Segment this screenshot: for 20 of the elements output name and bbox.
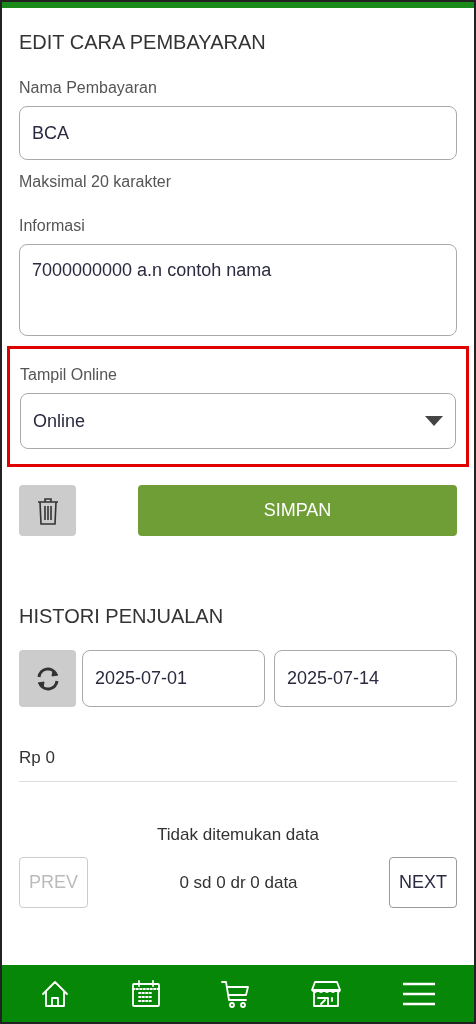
section-title: EDIT CARA PEMBAYARAN (19, 30, 267, 54)
select-field[interactable]: Online (20, 393, 456, 449)
date-field[interactable]: 2025-07-01 (82, 650, 265, 707)
section-title: HISTORI PENJUALAN (19, 604, 225, 628)
field-label: Tampil Online (20, 365, 118, 385)
date-field[interactable]: 2025-07-14 (274, 650, 457, 707)
calendar-icon[interactable] (129, 977, 162, 1010)
caret-icon (425, 416, 443, 426)
delete-button[interactable] (19, 485, 76, 536)
field-label: Nama Pembayaran (19, 78, 158, 98)
text-area[interactable]: 7000000000 a.n contoh nama (19, 244, 457, 336)
hint-text: Maksimal 20 karakter (19, 172, 173, 192)
total-amount: Rp 0 (19, 747, 56, 769)
refresh-button[interactable] (19, 650, 76, 707)
input-field[interactable]: BCA (19, 106, 457, 160)
page-summary: 0 sd 0 dr 0 data (179, 871, 298, 894)
trash-icon (36, 496, 59, 525)
next-button[interactable]: NEXT (389, 857, 457, 908)
field-label: Informasi (19, 216, 86, 236)
empty-message: Tidak ditemukan data (156, 823, 320, 846)
